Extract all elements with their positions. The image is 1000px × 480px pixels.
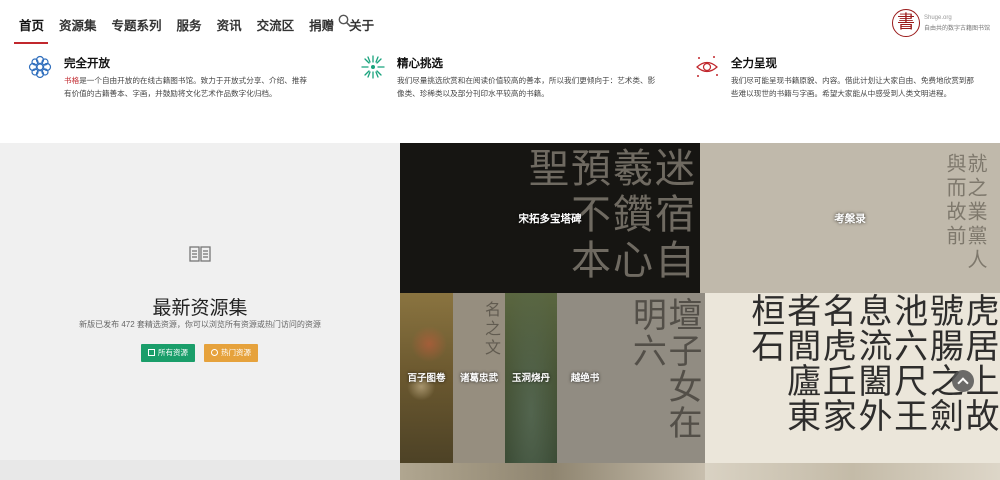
nav-item-collections[interactable]: 资源集 xyxy=(59,15,97,34)
book-icon xyxy=(189,246,211,262)
feature-desc: 我们尽量挑选欣赏和在阅读价值较高的善本，所以我们更倾向于：艺术类、影像类、珍稀类… xyxy=(397,76,656,98)
feature-desc: 我们尽可能呈现书籍原貌、内容。借此计划让大家自由、免费地欣赏到那些难以现世的书籍… xyxy=(731,76,974,98)
tile-label: 百子图卷 xyxy=(407,373,446,384)
logo-tagline: 自由共的数字古籍图书馆 xyxy=(924,26,991,32)
back-to-top-button[interactable] xyxy=(952,370,974,392)
brand-name[interactable]: 书格 xyxy=(64,76,79,85)
feature-title: 完全开放 xyxy=(64,58,110,70)
top-nav: 首页 资源集 专题系列 服务 资讯 交流区 捐赠 关于 書 Shuge.org … xyxy=(0,0,1000,46)
nav-item-services[interactable]: 服务 xyxy=(177,15,202,34)
collection-tile-partial[interactable] xyxy=(400,463,705,480)
nav-menu: 首页 资源集 专题系列 服务 资讯 交流区 捐赠 关于 xyxy=(19,15,389,34)
tile-label: 宋拓多宝塔碑 xyxy=(518,213,582,225)
collection-tile[interactable]: 就之業黨人與而故前 考槃录 xyxy=(700,143,1000,293)
all-collections-button[interactable]: 所有资源 xyxy=(141,344,195,362)
collection-tile[interactable]: 名之文 诸葛忠武 xyxy=(453,293,505,463)
feature-strip: 完全开放 书格是一个自由开放的在线古籍图书馆。致力于开放式分享、介绍、推荐有价值… xyxy=(0,46,1000,143)
nav-item-news[interactable]: 资讯 xyxy=(217,15,242,34)
feature-title: 精心挑选 xyxy=(397,58,443,70)
nav-item-home[interactable]: 首页 xyxy=(19,15,44,34)
flower-icon xyxy=(28,55,52,79)
section-subtitle: 新版已发布 472 套精选资源，你可以浏览所有资源或热门访问的资源 xyxy=(79,320,321,329)
burst-icon xyxy=(361,55,385,79)
collection-tile[interactable]: 壇子女在明六 越绝书 xyxy=(557,293,705,463)
feature-title: 全力呈现 xyxy=(731,58,777,70)
popular-collections-button[interactable]: 热门资源 xyxy=(204,344,258,362)
nav-item-about[interactable]: 关于 xyxy=(349,15,374,34)
site-logo[interactable]: 書 Shuge.org 自由共的数字古籍图书馆 xyxy=(890,9,990,39)
sun-icon xyxy=(211,349,218,356)
tile-label: 诸葛忠武 xyxy=(459,373,498,384)
grid-icon xyxy=(148,349,155,356)
search-icon[interactable] xyxy=(338,14,352,28)
nav-item-forum[interactable]: 交流区 xyxy=(257,15,295,34)
tile-label: 考槃录 xyxy=(834,213,866,225)
tile-label: 越绝书 xyxy=(570,373,600,384)
active-nav-indicator xyxy=(14,42,48,44)
nav-item-series[interactable]: 专题系列 xyxy=(112,15,162,34)
section-title: 最新资源集 xyxy=(152,298,248,319)
logo-domain: Shuge.org xyxy=(924,15,952,21)
collection-tile-partial[interactable] xyxy=(705,463,1000,480)
nav-item-donate[interactable]: 捐赠 xyxy=(309,15,334,34)
feature-desc: 书格是一个自由开放的在线古籍图书馆。致力于开放式分享、介绍、推荐有价值的古籍善本… xyxy=(64,76,307,98)
tile-label: 玉洞烧丹 xyxy=(511,373,550,384)
collection-tile[interactable]: 百子图卷 xyxy=(400,293,453,463)
panel-footer-strip xyxy=(0,460,400,480)
eye-icon xyxy=(696,56,718,77)
latest-collections-panel: 最新资源集 新版已发布 472 套精选资源，你可以浏览所有资源或热门访问的资源 … xyxy=(0,143,400,480)
logo-seal: 書 xyxy=(892,9,920,37)
collection-tile[interactable]: 迷宿自羲鑽心預不本聖 宋拓多宝塔碑 xyxy=(400,143,700,293)
collection-tile[interactable]: 玉洞烧丹 xyxy=(505,293,557,463)
